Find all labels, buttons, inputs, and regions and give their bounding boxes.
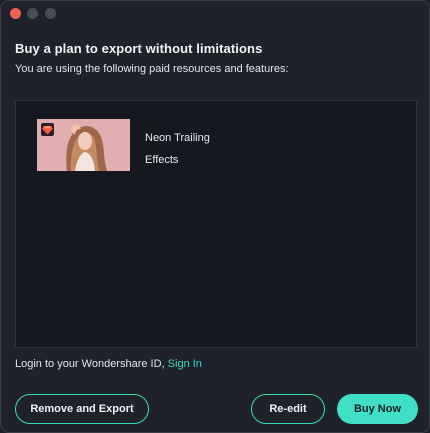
dialog-subtitle: You are using the following paid resourc…	[15, 63, 289, 75]
gem-icon	[41, 123, 54, 136]
dialog-window: Buy a plan to export without limitations…	[0, 0, 430, 433]
resource-name-line2: Effects	[145, 154, 179, 166]
remove-and-export-button[interactable]: Remove and Export	[15, 394, 149, 424]
sign-in-link[interactable]: Sign In	[168, 358, 202, 370]
title-bar	[1, 1, 429, 26]
login-prompt-text: Login to your Wondershare ID,	[15, 358, 165, 370]
minimize-window-button[interactable]	[27, 8, 38, 19]
buy-now-button[interactable]: Buy Now	[337, 394, 418, 424]
paid-resources-panel: Neon Trailing Effects	[15, 100, 417, 348]
resource-name-line1: Neon Trailing	[145, 132, 210, 144]
login-prompt: Login to your Wondershare ID, Sign In	[15, 358, 202, 370]
resource-thumbnail	[37, 119, 130, 171]
close-window-button[interactable]	[10, 8, 21, 19]
re-edit-button[interactable]: Re-edit	[251, 394, 325, 424]
dialog-title: Buy a plan to export without limitations	[15, 41, 263, 56]
resource-item: Neon Trailing Effects	[37, 119, 397, 175]
resource-name: Neon Trailing Effects	[145, 127, 265, 171]
maximize-window-button[interactable]	[45, 8, 56, 19]
